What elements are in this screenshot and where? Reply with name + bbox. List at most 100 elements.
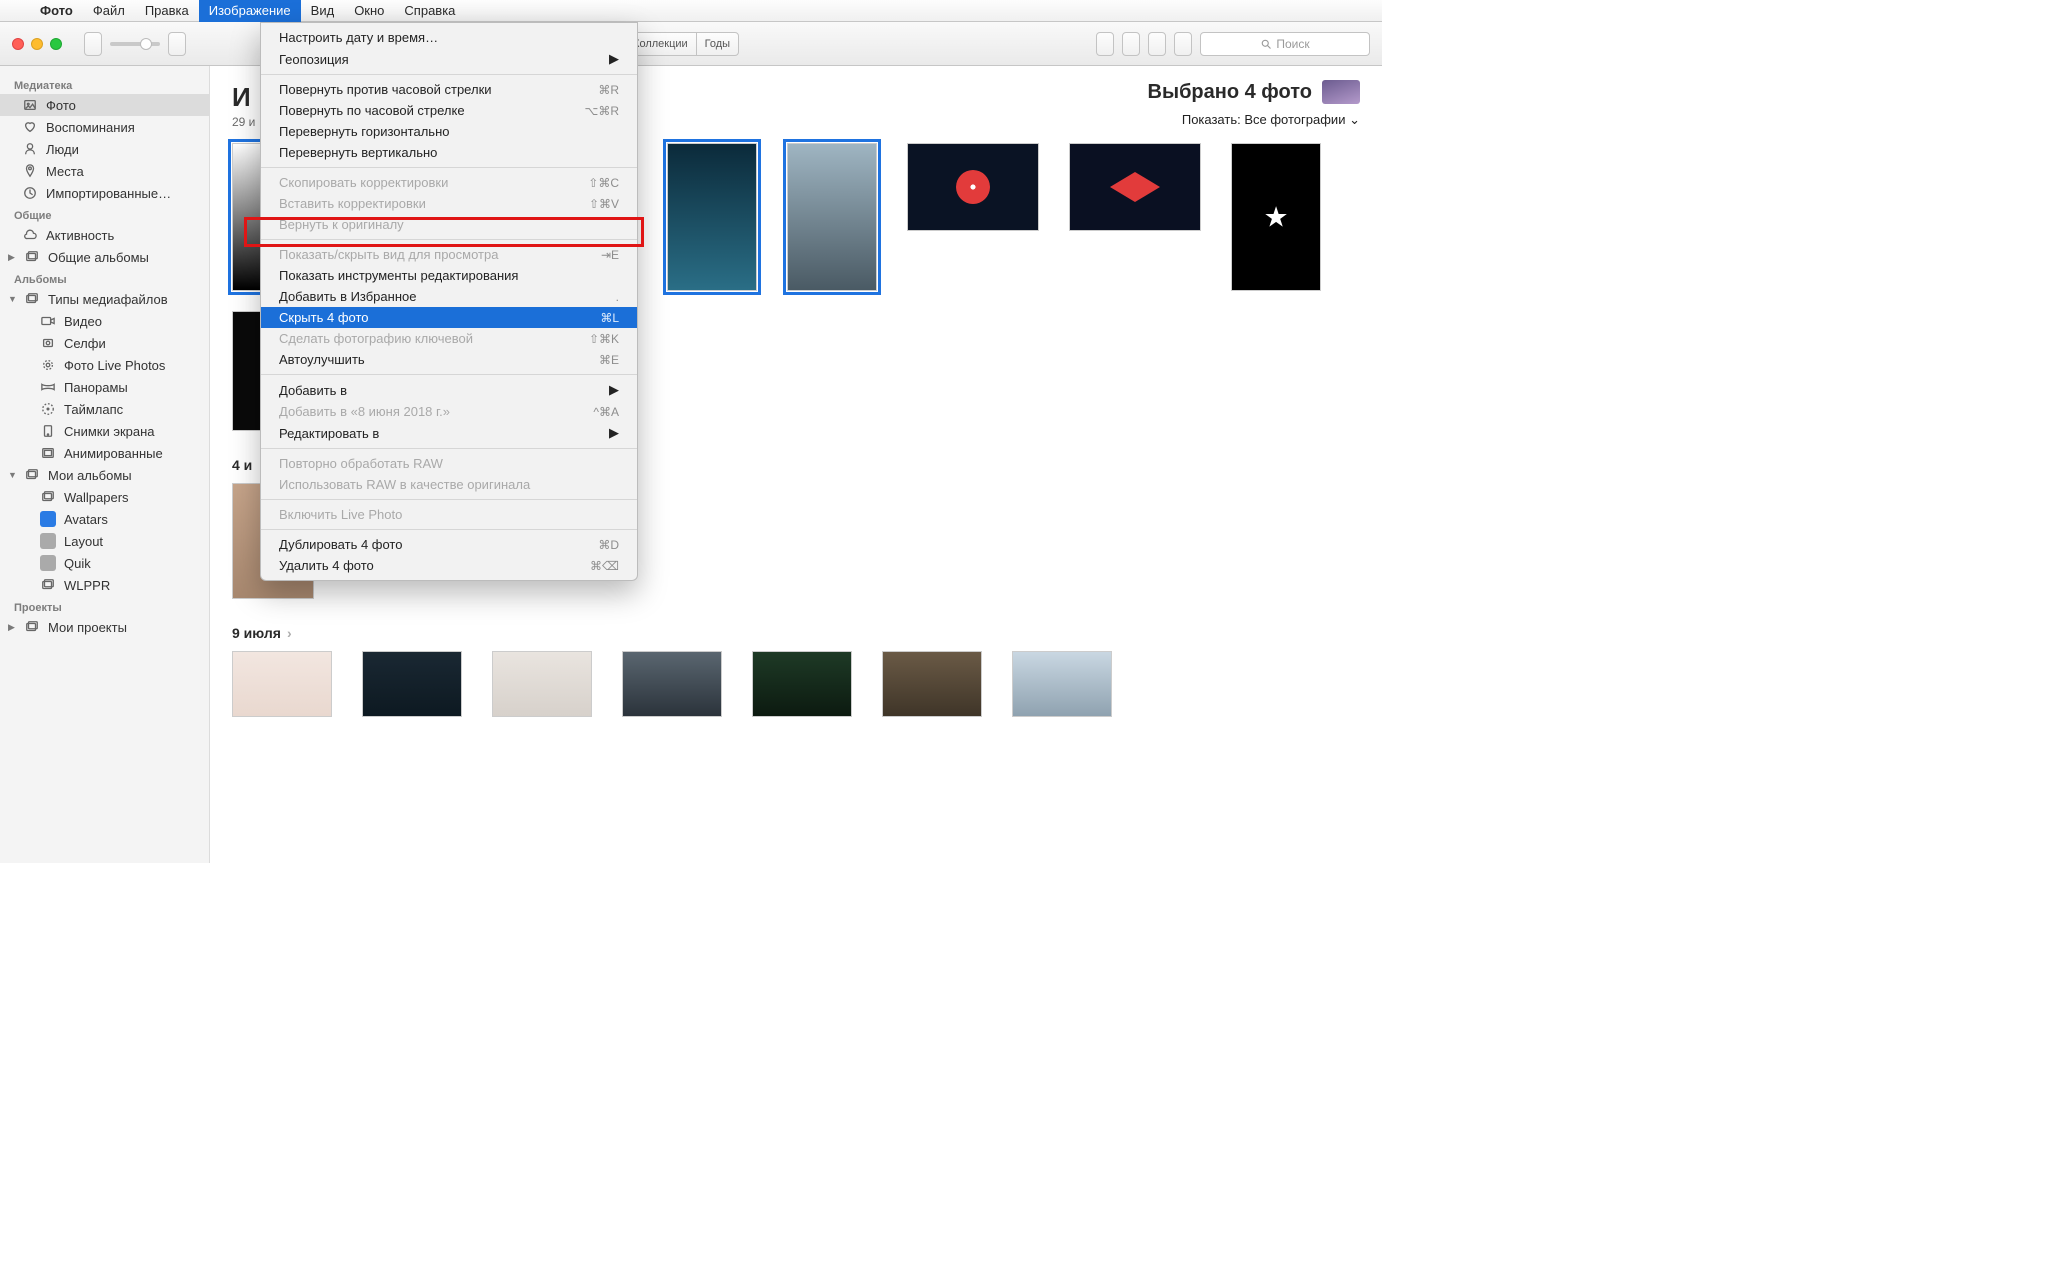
sidebar-label: Панорамы: [64, 380, 128, 395]
menu-item[interactable]: Показать инструменты редактирования: [261, 265, 637, 286]
sidebar-item-memories[interactable]: Воспоминания: [0, 116, 209, 138]
menu-item: Включить Live Photo: [261, 504, 637, 525]
photo-thumbnail[interactable]: [907, 143, 1039, 231]
close-button[interactable]: [12, 38, 24, 50]
submenu-arrow-icon: ▶: [609, 51, 619, 67]
sidebar-item-imports[interactable]: Импортированные…: [0, 182, 209, 204]
thumbnail-size-button[interactable]: [168, 32, 186, 56]
zoom-slider[interactable]: [110, 42, 160, 46]
sidebar-section-shared: Общие: [0, 204, 209, 224]
menu-item-label: Повернуть по часовой стрелке: [279, 103, 465, 118]
favorite-button[interactable]: [1148, 32, 1166, 56]
menu-item-label: Автоулучшить: [279, 352, 365, 367]
timelapse-icon: [40, 401, 56, 417]
sidebar-item-wlppr[interactable]: WLPPR: [0, 574, 209, 596]
sidebar-item-screenshots[interactable]: Снимки экрана: [0, 420, 209, 442]
photo-thumbnail[interactable]: [882, 651, 982, 717]
menu-item-label: Повернуть против часовой стрелки: [279, 82, 492, 97]
photo-thumbnail[interactable]: [752, 651, 852, 717]
menu-item[interactable]: Геопозиция▶: [261, 48, 637, 70]
menu-item[interactable]: Удалить 4 фото⌘⌫: [261, 555, 637, 576]
menu-help[interactable]: Справка: [394, 0, 465, 22]
sidebar-item-selfie[interactable]: Селфи: [0, 332, 209, 354]
menu-item[interactable]: Автоулучшить⌘E: [261, 349, 637, 370]
sidebar-item-shared-albums[interactable]: ▶ Общие альбомы: [0, 246, 209, 268]
toggle-sidebar-button[interactable]: [84, 32, 102, 56]
view-years[interactable]: Годы: [696, 32, 739, 56]
video-icon: [40, 313, 56, 329]
photo-thumbnail[interactable]: [787, 143, 877, 291]
sidebar-item-timelapse[interactable]: Таймлапс: [0, 398, 209, 420]
photo-thumbnail[interactable]: [1069, 143, 1201, 231]
sidebar-item-people[interactable]: Люди: [0, 138, 209, 160]
menu-item-shortcut: .: [616, 290, 619, 304]
sidebar-section-projects: Проекты: [0, 596, 209, 616]
menu-item: Показать/скрыть вид для просмотра⇥E: [261, 244, 637, 265]
menu-item[interactable]: Добавить в▶: [261, 379, 637, 401]
menu-item[interactable]: Настроить дату и время…: [261, 27, 637, 48]
sidebar-item-avatars[interactable]: Avatars: [0, 508, 209, 530]
menubar: Фото Файл Правка Изображение Вид Окно Сп…: [0, 0, 1382, 22]
sidebar-item-video[interactable]: Видео: [0, 310, 209, 332]
menu-edit[interactable]: Правка: [135, 0, 199, 22]
avatars-icon: [40, 511, 56, 527]
photo-thumbnail[interactable]: [667, 143, 757, 291]
menu-item-shortcut: ⇧⌘K: [589, 332, 619, 346]
menu-item[interactable]: Скрыть 4 фото⌘L: [261, 307, 637, 328]
menu-image[interactable]: Изображение: [199, 0, 301, 22]
sidebar-item-quik[interactable]: Quik: [0, 552, 209, 574]
share-button[interactable]: [1122, 32, 1140, 56]
sidebar-item-myprojects[interactable]: ▶ Мои проекты: [0, 616, 209, 638]
chevron-right-icon[interactable]: ›: [287, 625, 292, 641]
menu-item-label: Настроить дату и время…: [279, 30, 438, 45]
disclosure-triangle-icon[interactable]: ▼: [8, 470, 16, 480]
sidebar-label: Видео: [64, 314, 102, 329]
menu-item[interactable]: Повернуть против часовой стрелки⌘R: [261, 79, 637, 100]
albums-icon: [40, 577, 56, 593]
menu-view[interactable]: Вид: [301, 0, 345, 22]
sidebar-item-animated[interactable]: Анимированные: [0, 442, 209, 464]
menu-item[interactable]: Редактировать в▶: [261, 422, 637, 444]
menu-item[interactable]: Повернуть по часовой стрелке⌥⌘R: [261, 100, 637, 121]
menu-item-shortcut: ⇧⌘V: [589, 197, 619, 211]
sidebar-item-layout[interactable]: Layout: [0, 530, 209, 552]
search-input[interactable]: Поиск: [1200, 32, 1370, 56]
sidebar-item-places[interactable]: Места: [0, 160, 209, 182]
rotate-button[interactable]: [1174, 32, 1192, 56]
minimize-button[interactable]: [31, 38, 43, 50]
menu-item[interactable]: Добавить в Избранное.: [261, 286, 637, 307]
menu-item: Вставить корректировки ⇧⌘V: [261, 193, 637, 214]
photo-thumbnail[interactable]: ★: [1231, 143, 1321, 291]
photo-thumbnail[interactable]: [232, 651, 332, 717]
menu-item[interactable]: Перевернуть вертикально: [261, 142, 637, 163]
thumb-icon: [40, 533, 56, 549]
disclosure-triangle-icon[interactable]: ▼: [8, 294, 16, 304]
sidebar-label: Мои проекты: [48, 620, 127, 635]
show-filter-dropdown[interactable]: Все фотографии ⌄: [1244, 112, 1360, 127]
menu-app[interactable]: Фото: [30, 0, 83, 22]
photo-thumbnail[interactable]: [362, 651, 462, 717]
disclosure-triangle-icon[interactable]: ▶: [8, 622, 16, 633]
sidebar-item-photos[interactable]: Фото: [0, 94, 209, 116]
menu-file[interactable]: Файл: [83, 0, 135, 22]
info-button[interactable]: [1096, 32, 1114, 56]
sidebar-section-library: Медиатека: [0, 74, 209, 94]
sidebar-item-wallpapers[interactable]: Wallpapers: [0, 486, 209, 508]
photo-thumbnail[interactable]: [1012, 651, 1112, 717]
fullscreen-button[interactable]: [50, 38, 62, 50]
sidebar-item-mediatypes[interactable]: ▼ Типы медиафайлов: [0, 288, 209, 310]
menu-item[interactable]: Перевернуть горизонтально: [261, 121, 637, 142]
sidebar-item-activity[interactable]: Активность: [0, 224, 209, 246]
menu-item-label: Вставить корректировки: [279, 196, 426, 211]
menu-window[interactable]: Окно: [344, 0, 394, 22]
sidebar-item-panoramas[interactable]: Панорамы: [0, 376, 209, 398]
menu-separator: [261, 167, 637, 168]
photo-thumbnail[interactable]: [622, 651, 722, 717]
sidebar-item-myalbums[interactable]: ▼ Мои альбомы: [0, 464, 209, 486]
sidebar-item-livephotos[interactable]: Фото Live Photos: [0, 354, 209, 376]
disclosure-triangle-icon[interactable]: ▶: [8, 252, 16, 263]
photo-thumbnail[interactable]: [492, 651, 592, 717]
menu-item[interactable]: Дублировать 4 фото⌘D: [261, 534, 637, 555]
section-date: 4 и: [232, 457, 252, 473]
menu-item-label: Сделать фотографию ключевой: [279, 331, 473, 346]
